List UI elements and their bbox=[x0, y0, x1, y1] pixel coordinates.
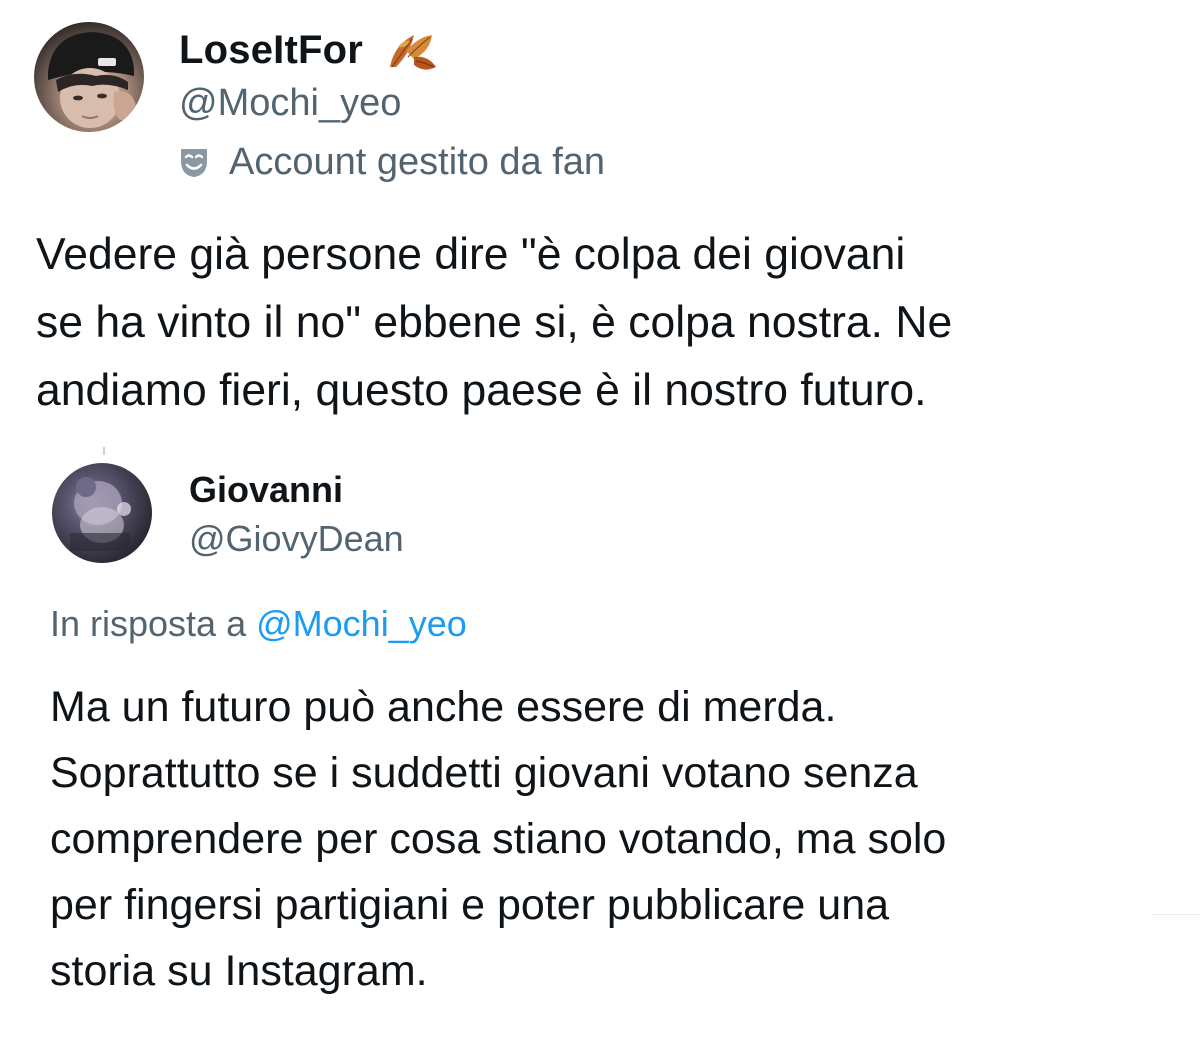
thread-connector bbox=[103, 447, 105, 455]
user-handle[interactable]: @Mochi_yeo bbox=[179, 79, 401, 127]
reply-avatar[interactable] bbox=[52, 463, 152, 563]
avatar[interactable] bbox=[34, 22, 144, 132]
reply-user-handle[interactable]: @GiovyDean bbox=[189, 516, 404, 562]
tweet-text: Vedere già persone dire "è colpa dei gio… bbox=[36, 230, 953, 415]
reply-context: In risposta a @Mochi_yeo bbox=[50, 600, 467, 648]
reply-display-name[interactable]: Giovanni bbox=[189, 467, 343, 513]
divider bbox=[1152, 914, 1200, 915]
autumn-leaves-icon bbox=[390, 35, 436, 70]
reply-prefix: In risposta a bbox=[50, 603, 247, 644]
avatar-image bbox=[48, 32, 136, 128]
display-name[interactable]: LoseItFor bbox=[179, 24, 363, 76]
fan-account-text: Account gestito da fan bbox=[229, 141, 606, 183]
reply-avatar-image bbox=[70, 477, 131, 551]
fan-account-label: Account gestito da fan bbox=[177, 137, 605, 187]
reply-tweet-text: Ma un futuro può anche essere di merda. … bbox=[50, 683, 947, 995]
reply-mention-link[interactable]: @Mochi_yeo bbox=[256, 603, 467, 644]
theater-mask-icon bbox=[181, 149, 207, 177]
